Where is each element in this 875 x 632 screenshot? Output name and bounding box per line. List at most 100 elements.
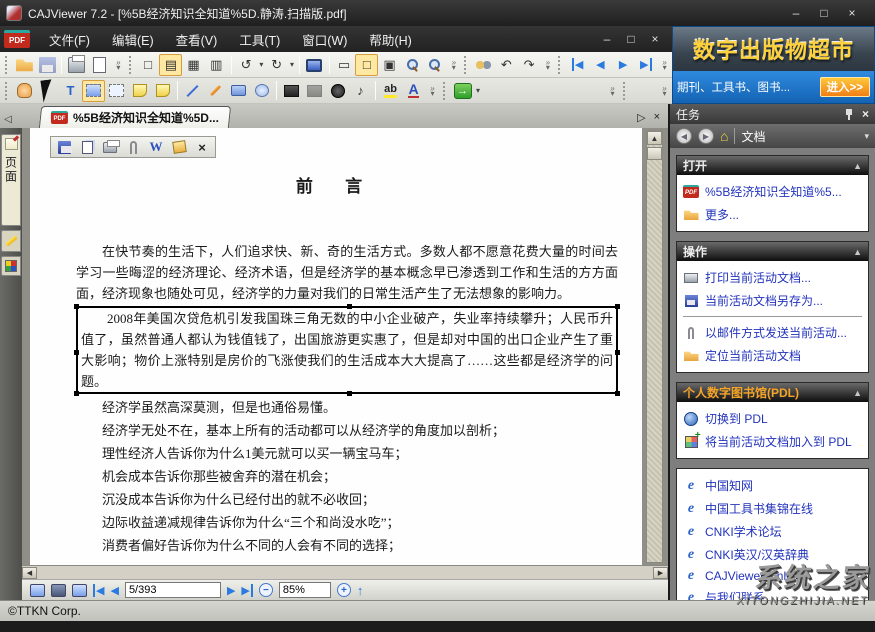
page-up-button[interactable]: ↑ xyxy=(357,583,364,598)
cnki-forum-link[interactable]: e CNKI学术论坛 xyxy=(681,520,864,543)
toolbar-grip[interactable] xyxy=(5,55,10,74)
mini-copy-button[interactable] xyxy=(79,140,95,155)
next-page-button[interactable]: ▶ xyxy=(612,54,635,76)
save-as-link[interactable]: 当前活动文档另存为... xyxy=(681,289,864,312)
print-document-link[interactable]: 打印当前活动文档... xyxy=(681,266,864,289)
text-style-button[interactable]: A xyxy=(402,80,425,102)
close-button[interactable]: × xyxy=(845,6,859,20)
tab-scroll-left-button[interactable]: ◁ xyxy=(0,110,16,128)
menu-tools[interactable]: 工具(T) xyxy=(228,26,291,53)
text-select-button[interactable]: T xyxy=(59,80,82,102)
vertical-scrollbar[interactable]: ▲ xyxy=(646,130,663,563)
single-page-button[interactable]: □ xyxy=(137,54,160,76)
panel-view-dropdown[interactable]: ▾ xyxy=(864,131,869,142)
menu-help[interactable]: 帮助(H) xyxy=(358,26,422,53)
menu-edit[interactable]: 编辑(E) xyxy=(101,26,165,53)
mini-word-export-button[interactable]: W xyxy=(148,139,164,155)
fit-width-button[interactable]: ▭ xyxy=(333,54,356,76)
toolbar-overflow[interactable]: » ▾ xyxy=(427,84,438,97)
print-preview-button[interactable] xyxy=(88,54,111,76)
toolbar-overflow[interactable]: » ▾ xyxy=(448,58,459,71)
mdi-minimize-button[interactable]: – xyxy=(600,32,614,46)
ocr-button[interactable] xyxy=(105,80,128,102)
scroll-up-button[interactable]: ▲ xyxy=(647,131,662,145)
full-screen-button[interactable] xyxy=(303,54,326,76)
mdi-close-button[interactable]: × xyxy=(648,32,662,46)
fit-page-button[interactable]: □ xyxy=(355,53,379,76)
go-button[interactable]: → xyxy=(451,80,474,102)
sidebar-tab-annotation[interactable] xyxy=(1,230,21,252)
reference-books-link[interactable]: e 中国工具书集锦在线 xyxy=(681,497,864,520)
toolbar-overflow[interactable]: » ▾ xyxy=(542,58,553,71)
toolbar-grip[interactable] xyxy=(5,81,10,100)
cajviewer-online-link[interactable]: e CAJViewer Online xyxy=(681,566,864,586)
banner-enter-button[interactable]: 进入>> xyxy=(819,77,870,97)
selection-handle[interactable] xyxy=(615,350,620,355)
last-page-nav-button[interactable]: ▶ xyxy=(241,583,253,597)
prev-page-nav-button[interactable]: ◀ xyxy=(110,584,118,597)
minimize-button[interactable]: – xyxy=(789,6,803,20)
print-button[interactable] xyxy=(65,54,88,76)
digital-store-banner[interactable]: 数字出版物超市 期刊、工具书、图书... 进入>> xyxy=(672,26,875,104)
pencil-tool-button[interactable] xyxy=(204,80,227,102)
first-page-button[interactable]: ◀ xyxy=(566,54,589,76)
movie-button[interactable] xyxy=(326,80,349,102)
toolbar-grip[interactable] xyxy=(558,55,563,74)
continuous-facing-button[interactable]: ▥ xyxy=(205,54,228,76)
selection-handle[interactable] xyxy=(74,304,79,309)
toolbar-overflow[interactable]: » ▾ xyxy=(607,84,618,97)
menu-file[interactable]: 文件(F) xyxy=(38,26,101,53)
pdl-section-header[interactable]: 个人数字图书馆(PDL) ▲ xyxy=(677,383,868,402)
add-to-pdl-link[interactable]: 将当前活动文档加入到 PDL xyxy=(681,430,864,453)
rotate-left-button[interactable]: ↺ xyxy=(235,54,258,76)
mdi-restore-button[interactable]: □ xyxy=(624,32,638,46)
toolbar-overflow[interactable]: » ▾ xyxy=(659,84,670,97)
highlight-button[interactable]: ab xyxy=(379,80,402,102)
zoom-out-nav-button[interactable]: − xyxy=(258,583,273,597)
scroll-left-button[interactable]: ◀ xyxy=(22,566,37,579)
maximize-button[interactable]: □ xyxy=(817,6,831,20)
selection-handle[interactable] xyxy=(74,350,79,355)
mini-attach-button[interactable] xyxy=(125,140,141,155)
first-page-nav-button[interactable]: ◀ xyxy=(93,583,104,597)
toolbar-overflow[interactable]: » ▾ xyxy=(659,58,670,71)
search-button[interactable] xyxy=(472,54,495,76)
open-more-link[interactable]: 更多... xyxy=(681,203,864,226)
select-tool-button[interactable] xyxy=(36,78,59,103)
undo-button[interactable]: ↶ xyxy=(495,54,518,76)
view-mode-2-button[interactable] xyxy=(51,583,66,597)
facing-pages-button[interactable]: ▦ xyxy=(182,54,205,76)
task-panel-close-button[interactable]: × xyxy=(862,107,869,121)
tab-scroll-right-button[interactable]: ▷ xyxy=(637,111,645,124)
image-annotation-button[interactable] xyxy=(280,80,303,102)
collapse-icon[interactable]: ▲ xyxy=(853,388,862,398)
open-recent-document-link[interactable]: PDF %5B经济知识全知道%5... xyxy=(681,180,864,203)
sound-button[interactable]: ♪ xyxy=(349,80,372,102)
selection-handle[interactable] xyxy=(74,391,79,396)
scroll-right-button[interactable]: ▶ xyxy=(653,566,668,579)
locate-document-link[interactable]: 定位当前活动文档 xyxy=(681,344,864,367)
zoom-out-button[interactable] xyxy=(401,54,424,76)
go-dropdown[interactable]: ▾ xyxy=(474,86,482,95)
cnki-dictionary-link[interactable]: e CNKI英汉/汉英辞典 xyxy=(681,543,864,566)
selection-handle[interactable] xyxy=(615,304,620,309)
rotate-left-dropdown[interactable]: ▾ xyxy=(257,60,265,69)
toolbar-grip[interactable] xyxy=(623,81,628,100)
line-tool-button[interactable] xyxy=(181,80,204,102)
zoom-in-button[interactable] xyxy=(424,54,447,76)
send-by-mail-link[interactable]: 以邮件方式发送当前活动... xyxy=(681,321,864,344)
note-tool-button[interactable] xyxy=(128,80,151,102)
toolbar-overflow[interactable]: » ▾ xyxy=(113,58,124,71)
next-page-nav-button[interactable]: ▶ xyxy=(227,584,235,597)
image-select-button[interactable] xyxy=(82,79,105,102)
menu-window[interactable]: 窗口(W) xyxy=(291,26,358,53)
cnki-link[interactable]: e 中国知网 xyxy=(681,474,864,497)
redo-button[interactable]: ↷ xyxy=(518,54,541,76)
document-tab[interactable]: PDF %5B经济知识全知道%5D... xyxy=(38,106,232,128)
contact-us-link[interactable]: e 与我们联系 xyxy=(681,586,864,601)
page-number-input[interactable] xyxy=(124,582,221,598)
hand-tool-button[interactable] xyxy=(13,80,36,102)
toolbar-grip[interactable] xyxy=(443,81,448,100)
sidebar-tab-page[interactable]: 页面 xyxy=(1,134,21,226)
vertical-scroll-thumb[interactable] xyxy=(647,147,662,160)
